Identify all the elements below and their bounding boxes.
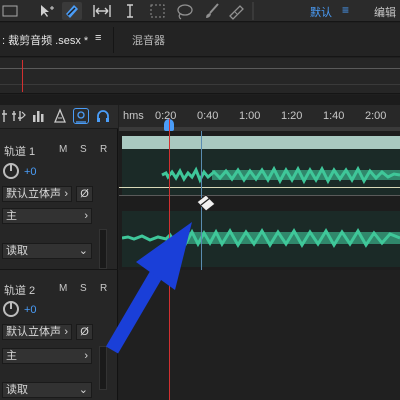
track-1-volume-knob[interactable] (3, 163, 19, 179)
ruler-range-bar (119, 127, 400, 131)
track-1-volume-value[interactable]: +0 (24, 166, 37, 178)
track-1-input-label: 默认立体声 (6, 188, 61, 200)
top-toolbar: 默认 ≡ 编辑 (0, 0, 400, 22)
track-1-meter (99, 229, 107, 269)
track-1-output-label: 主 (6, 210, 17, 222)
track-2-input-label: 默认立体声 (6, 326, 61, 338)
track-2-solo-button[interactable]: S (80, 283, 87, 294)
ruler-tick-label: 0:40 (197, 110, 219, 122)
toolbar-divider (252, 2, 254, 20)
time-cursor-line (201, 131, 202, 270)
tab-divider (113, 27, 114, 53)
slip-tool-icon[interactable] (92, 2, 112, 20)
clip-divider-line (119, 195, 400, 196)
waveform-left (161, 165, 400, 185)
tab-mixer[interactable]: 混音器 (132, 32, 165, 48)
time-selection-tool-icon[interactable] (120, 2, 140, 20)
clip-header[interactable] (122, 136, 400, 149)
spot-healing-tool-icon[interactable] (226, 2, 246, 20)
track-2-volume-value[interactable]: +0 (24, 304, 37, 316)
workspace-menu-icon[interactable]: ≡ (342, 3, 349, 17)
track-2-header: 轨道 2 M S R +0 默认立体声 › Ø 主 › 读取 ⌄ (0, 269, 118, 400)
track-controls-panel: 轨道 1 M S R +0 默认立体声 › Ø 主 › 读取 ⌄ 轨道 2 M … (0, 105, 118, 400)
session-overview[interactable] (0, 58, 400, 94)
chevron-down-icon: ⌄ (78, 245, 88, 257)
track-2-input-select[interactable]: 默认立体声 › (2, 324, 72, 340)
brush-tool-icon[interactable] (202, 2, 222, 20)
panel-gap (0, 95, 400, 105)
track-controls-toolbar (0, 105, 118, 129)
track-2-meter (99, 346, 107, 390)
tab-editor[interactable]: : 裁剪音频 .sesx * (2, 32, 88, 48)
headphones-icon[interactable] (95, 108, 111, 124)
marquee-tool-icon[interactable] (148, 2, 168, 20)
track-1-mode-label: 读取 (6, 245, 28, 257)
track-2-lane[interactable] (119, 270, 400, 400)
track-2-automation-mode-select[interactable]: 读取 ⌄ (2, 382, 92, 398)
ruler-tick-label: 1:00 (239, 110, 261, 122)
track-1-mute-button[interactable]: M (59, 144, 67, 155)
multitrack-timeline[interactable]: hms 0:20 0:40 1:00 1:20 1:40 2:00 (119, 105, 400, 400)
time-ruler[interactable]: hms 0:20 0:40 1:00 1:20 1:40 2:00 (119, 105, 400, 131)
chevron-right-icon: › (64, 326, 68, 338)
ruler-tick-label: 1:20 (281, 110, 303, 122)
track-2-volume-knob[interactable] (3, 301, 19, 317)
track-1-name[interactable]: 轨道 1 (4, 143, 35, 159)
waveform-view-icon[interactable] (0, 2, 20, 20)
lasso-tool-icon[interactable] (174, 2, 194, 20)
chevron-right-icon: › (64, 188, 68, 200)
sends-icon[interactable] (31, 108, 47, 124)
panel-tab-bar: : 裁剪音频 .sesx * ≡ 混音器 (0, 23, 400, 57)
overview-track-line (0, 68, 400, 69)
track-1-solo-button[interactable]: S (80, 144, 87, 155)
effects-rack-icon[interactable] (10, 108, 26, 124)
overview-playhead (22, 60, 23, 92)
monitor-input-icon[interactable] (73, 108, 89, 124)
playhead-line (169, 119, 170, 400)
track-1-output-select[interactable]: 主 › (2, 208, 92, 224)
track-1-input-select[interactable]: 默认立体声 › (2, 186, 72, 202)
clip-volume-line[interactable] (119, 187, 400, 188)
track-2-output-label: 主 (6, 350, 17, 362)
workspace-edit-label[interactable]: 编辑 (374, 4, 396, 20)
track-2-record-button[interactable]: R (100, 283, 107, 294)
tab-editor-menu-icon[interactable]: ≡ (95, 32, 101, 44)
chevron-right-icon: › (84, 350, 88, 362)
ruler-units-label: hms (123, 110, 144, 122)
track-2-mute-button[interactable]: M (59, 283, 67, 294)
track-1-header: 轨道 1 M S R +0 默认立体声 › Ø 主 › 读取 ⌄ (0, 129, 118, 269)
move-tool-icon[interactable] (36, 2, 56, 20)
track-2-name[interactable]: 轨道 2 (4, 282, 35, 298)
ruler-tick-label: 2:00 (365, 110, 387, 122)
ruler-tick-label: 1:40 (323, 110, 345, 122)
overview-track-line-2 (0, 84, 400, 85)
eq-icon[interactable] (52, 108, 68, 124)
chevron-right-icon: › (84, 210, 88, 222)
waveform-right (122, 228, 400, 248)
track-1-phase-invert-button[interactable]: Ø (76, 186, 93, 202)
track-1-record-button[interactable]: R (100, 144, 107, 155)
track-2-mode-label: 读取 (6, 384, 28, 396)
chevron-down-icon: ⌄ (78, 384, 88, 396)
track-2-phase-invert-button[interactable]: Ø (76, 324, 93, 340)
razor-tool-icon[interactable] (62, 2, 82, 20)
workspace-default-label[interactable]: 默认 (310, 4, 332, 20)
track-2-output-select[interactable]: 主 › (2, 348, 92, 364)
track-1-automation-mode-select[interactable]: 读取 ⌄ (2, 243, 92, 259)
